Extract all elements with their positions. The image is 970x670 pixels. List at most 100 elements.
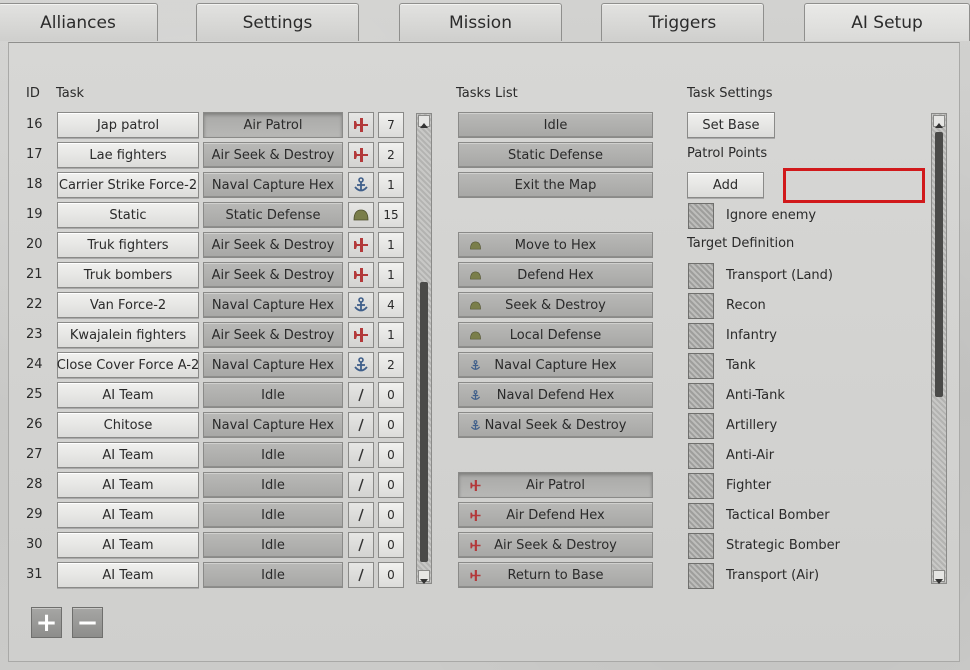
team-task-button[interactable]: Air Seek & Destroy [203,262,343,288]
tab-ai-setup[interactable]: AI Setup [804,3,970,41]
team-task-button[interactable]: Idle [203,562,343,588]
target-checkbox[interactable] [688,503,714,529]
helmet-icon [348,202,374,228]
add-patrol-point-button[interactable]: Add [687,172,764,198]
team-task-button[interactable]: Naval Capture Hex [203,412,343,438]
team-name-button[interactable]: AI Team [57,382,199,408]
scroll-down-icon[interactable] [418,570,430,584]
task-option-button[interactable]: Naval Seek & Destroy [458,412,653,438]
row-id: 29 [26,507,43,522]
row-id: 26 [26,417,43,432]
tab-triggers[interactable]: Triggers [601,3,764,41]
ignore-enemy-checkbox[interactable] [688,203,714,229]
task-column-header: Task [56,86,85,101]
target-checkbox[interactable] [688,533,714,559]
task-option-button[interactable]: Idle [458,112,653,138]
anchor-icon [467,358,483,372]
team-list-scrollbar[interactable] [416,113,432,584]
task-option-label: Static Defense [508,147,603,163]
team-name-button[interactable]: AI Team [57,502,199,528]
team-task-button[interactable]: Air Seek & Destroy [203,232,343,258]
scroll-down-icon[interactable] [933,570,945,584]
unit-count: 2 [378,142,404,168]
team-task-button[interactable]: Naval Capture Hex [203,292,343,318]
unit-count: 2 [378,352,404,378]
target-label: Artillery [726,418,778,433]
target-checkbox[interactable] [688,293,714,319]
team-task-button[interactable]: Idle [203,442,343,468]
scroll-thumb[interactable] [420,282,428,562]
tab-settings[interactable]: Settings [196,3,359,41]
team-task-button[interactable]: Idle [203,472,343,498]
team-task-button[interactable]: Naval Capture Hex [203,352,343,378]
task-option-button[interactable]: Air Patrol [458,472,653,498]
team-name-button[interactable]: Truk fighters [57,232,199,258]
team-task-button[interactable]: Idle [203,382,343,408]
row-id: 20 [26,237,43,252]
task-option-label: Air Seek & Destroy [494,537,617,553]
task-option-button[interactable]: Return to Base [458,562,653,588]
row-id: 16 [26,117,43,132]
team-task-button[interactable]: Air Seek & Destroy [203,142,343,168]
set-base-button[interactable]: Set Base [687,112,775,138]
team-name-button[interactable]: Close Cover Force A-2 [57,352,199,378]
slash-icon [348,412,374,438]
target-checkbox[interactable] [688,353,714,379]
task-option-button[interactable]: Seek & Destroy [458,292,653,318]
team-name-button[interactable]: Chitose [57,412,199,438]
team-name-button[interactable]: AI Team [57,442,199,468]
task-option-button[interactable]: Exit the Map [458,172,653,198]
target-checkbox[interactable] [688,263,714,289]
team-task-button[interactable]: Air Patrol [203,112,343,138]
unit-count: 1 [378,232,404,258]
team-name-button[interactable]: AI Team [57,562,199,588]
unit-count: 0 [378,562,404,588]
task-option-button[interactable]: Move to Hex [458,232,653,258]
tab-alliances[interactable]: Alliances [0,3,158,41]
task-option-button[interactable]: Local Defense [458,322,653,348]
team-name-button[interactable]: Jap patrol [57,112,199,138]
target-checkbox[interactable] [688,413,714,439]
tab-mission[interactable]: Mission [399,3,562,41]
task-option-label: Idle [543,117,568,133]
scroll-thumb[interactable] [935,132,943,397]
task-option-button[interactable]: Naval Capture Hex [458,352,653,378]
target-checkbox[interactable] [688,563,714,589]
team-name-button[interactable]: Lae fighters [57,142,199,168]
row-id: 21 [26,267,43,282]
target-checkbox[interactable] [688,383,714,409]
task-option-button[interactable]: Static Defense [458,142,653,168]
task-option-button[interactable]: Air Seek & Destroy [458,532,653,558]
task-option-button[interactable]: Air Defend Hex [458,502,653,528]
unit-count: 0 [378,532,404,558]
team-task-button[interactable]: Static Defense [203,202,343,228]
row-id: 17 [26,147,43,162]
add-team-button[interactable]: + [31,607,62,638]
tab-bar: Alliances Settings Mission Triggers AI S… [0,0,970,44]
team-name-button[interactable]: Kwajalein fighters [57,322,199,348]
team-name-button[interactable]: Carrier Strike Force-2 [57,172,199,198]
team-task-button[interactable]: Idle [203,502,343,528]
scroll-up-icon[interactable] [418,115,430,128]
task-option-button[interactable]: Defend Hex [458,262,653,288]
row-id: 22 [26,297,43,312]
remove-team-button[interactable]: − [72,607,103,638]
team-name-button[interactable]: AI Team [57,472,199,498]
helmet-icon [467,298,483,312]
target-checkbox[interactable] [688,473,714,499]
settings-scrollbar[interactable] [931,113,947,584]
slash-icon [348,502,374,528]
task-option-button[interactable]: Naval Defend Hex [458,382,653,408]
team-name-button[interactable]: Van Force-2 [57,292,199,318]
team-name-button[interactable]: Truk bombers [57,262,199,288]
team-task-button[interactable]: Naval Capture Hex [203,172,343,198]
team-name-button[interactable]: Static [57,202,199,228]
unit-count: 0 [378,382,404,408]
team-task-button[interactable]: Idle [203,532,343,558]
target-checkbox[interactable] [688,443,714,469]
helmet-icon [467,328,483,342]
target-checkbox[interactable] [688,323,714,349]
team-task-button[interactable]: Air Seek & Destroy [203,322,343,348]
scroll-up-icon[interactable] [933,115,945,128]
team-name-button[interactable]: AI Team [57,532,199,558]
